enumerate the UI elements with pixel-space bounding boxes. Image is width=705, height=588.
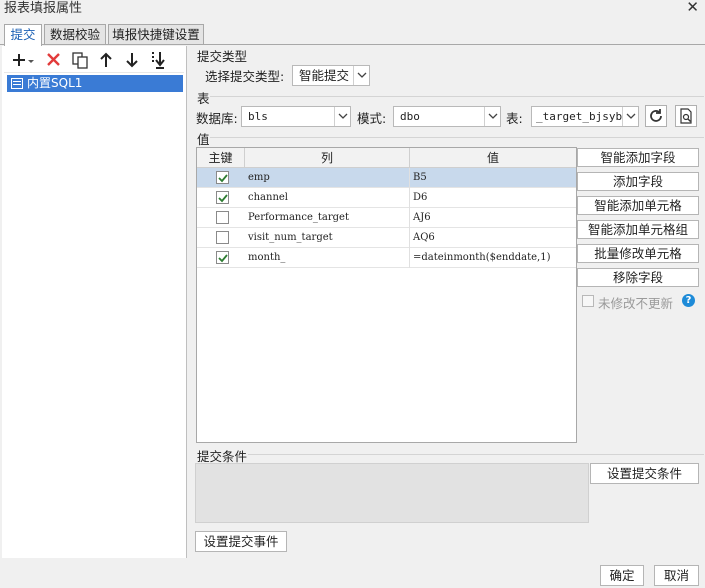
- tree-item-label: 内置SQL1: [27, 76, 83, 90]
- delete-icon[interactable]: [44, 50, 64, 70]
- primary-key-checkbox[interactable]: [216, 211, 229, 224]
- move-bottom-icon[interactable]: [148, 50, 168, 70]
- column-cell[interactable]: Performance_target: [245, 208, 410, 228]
- smart-add-cell-group-button[interactable]: 智能添加单元格组: [577, 220, 699, 239]
- primary-key-checkbox[interactable]: [216, 171, 229, 184]
- smart-add-field-button[interactable]: 智能添加字段: [577, 148, 699, 167]
- close-icon[interactable]: ✕: [686, 0, 699, 16]
- tab-submit[interactable]: 提交: [4, 24, 42, 46]
- chevron-down-icon: [484, 107, 500, 126]
- no-update-label: 未修改不更新: [598, 296, 674, 311]
- move-down-icon[interactable]: [122, 50, 142, 70]
- no-update-checkbox[interactable]: [582, 295, 594, 307]
- condition-display-area: [195, 463, 589, 523]
- set-submit-event-button[interactable]: 设置提交事件: [195, 531, 287, 552]
- header-value: 值: [486, 151, 499, 165]
- tab-shortcut-settings[interactable]: 填报快捷键设置: [108, 24, 204, 45]
- primary-key-checkbox[interactable]: [216, 251, 229, 264]
- header-primary-key: 主键: [197, 148, 245, 168]
- database-select[interactable]: bls: [241, 106, 351, 127]
- column-cell[interactable]: emp: [245, 168, 410, 188]
- table-section-divider: [210, 96, 704, 97]
- panel-splitter[interactable]: [187, 46, 193, 558]
- value-cell[interactable]: D6: [410, 188, 576, 208]
- tree-item-sql1[interactable]: 内置SQL1: [7, 75, 183, 92]
- chevron-down-icon: [622, 107, 638, 126]
- table-row[interactable]: channel D6: [197, 188, 576, 208]
- smart-add-cell-button[interactable]: 智能添加单元格: [577, 196, 699, 215]
- table-row[interactable]: emp B5: [197, 168, 576, 188]
- value-cell[interactable]: AQ6: [410, 228, 576, 248]
- ok-button[interactable]: 确定: [600, 565, 644, 586]
- tab-divider: [0, 44, 705, 45]
- tab-data-validation[interactable]: 数据校验: [44, 24, 106, 45]
- value-cell[interactable]: =dateinmonth($enddate,1): [410, 248, 576, 268]
- chevron-down-icon: [353, 66, 369, 85]
- header-column: 列: [245, 148, 410, 168]
- batch-modify-cell-button[interactable]: 批量修改单元格: [577, 244, 699, 263]
- submit-type-section-label: 提交类型: [197, 49, 248, 64]
- title-bar: 报表填报属性 ✕: [0, 0, 705, 16]
- schema-select[interactable]: dbo: [393, 106, 501, 127]
- table-label: 表:: [506, 111, 523, 126]
- help-icon[interactable]: ?: [682, 294, 695, 307]
- table-select[interactable]: _target_bjsyb: [531, 106, 639, 127]
- cancel-button[interactable]: 取消: [654, 565, 699, 586]
- table-row[interactable]: month_ =dateinmonth($enddate,1): [197, 248, 576, 268]
- add-dropdown-icon[interactable]: [10, 50, 36, 70]
- sql-list-panel: 内置SQL1: [2, 46, 187, 558]
- sql-table-icon: [11, 78, 23, 89]
- submit-type-label: 选择提交类型:: [205, 69, 285, 84]
- value-section-label: 值: [197, 132, 210, 147]
- move-up-icon[interactable]: [96, 50, 116, 70]
- chevron-down-icon: [334, 107, 350, 126]
- value-cell[interactable]: AJ6: [410, 208, 576, 228]
- primary-key-checkbox[interactable]: [216, 231, 229, 244]
- column-cell[interactable]: month_: [245, 248, 410, 268]
- column-cell[interactable]: visit_num_target: [245, 228, 410, 248]
- table-row[interactable]: visit_num_target AQ6: [197, 228, 576, 248]
- field-mapping-table: 主键 列 值 emp B5 channel D6 Performance_tar…: [196, 147, 577, 443]
- copy-icon[interactable]: [70, 50, 90, 70]
- submit-type-select[interactable]: 智能提交: [292, 65, 370, 86]
- value-cell[interactable]: B5: [410, 168, 576, 188]
- table-section-label: 表: [197, 91, 210, 106]
- schema-label: 模式:: [357, 111, 387, 126]
- sql-tree: 内置SQL1: [4, 72, 184, 92]
- refresh-icon[interactable]: [645, 105, 667, 127]
- set-submit-condition-button[interactable]: 设置提交条件: [590, 463, 699, 484]
- preview-table-icon[interactable]: [675, 105, 697, 127]
- table-value: _target_bjsyb: [536, 110, 623, 123]
- column-cell[interactable]: channel: [245, 188, 410, 208]
- window-title: 报表填报属性: [4, 1, 83, 16]
- remove-field-button[interactable]: 移除字段: [577, 268, 699, 287]
- add-field-button[interactable]: 添加字段: [577, 172, 699, 191]
- primary-key-checkbox[interactable]: [216, 191, 229, 204]
- database-label: 数据库:: [196, 111, 238, 126]
- submit-type-value: 智能提交: [299, 68, 350, 83]
- schema-value: dbo: [400, 110, 420, 123]
- condition-section-divider: [248, 454, 704, 455]
- table-row[interactable]: Performance_target AJ6: [197, 208, 576, 228]
- table-header: 主键 列 值: [197, 148, 576, 168]
- value-section-divider: [210, 137, 704, 138]
- database-value: bls: [248, 110, 268, 123]
